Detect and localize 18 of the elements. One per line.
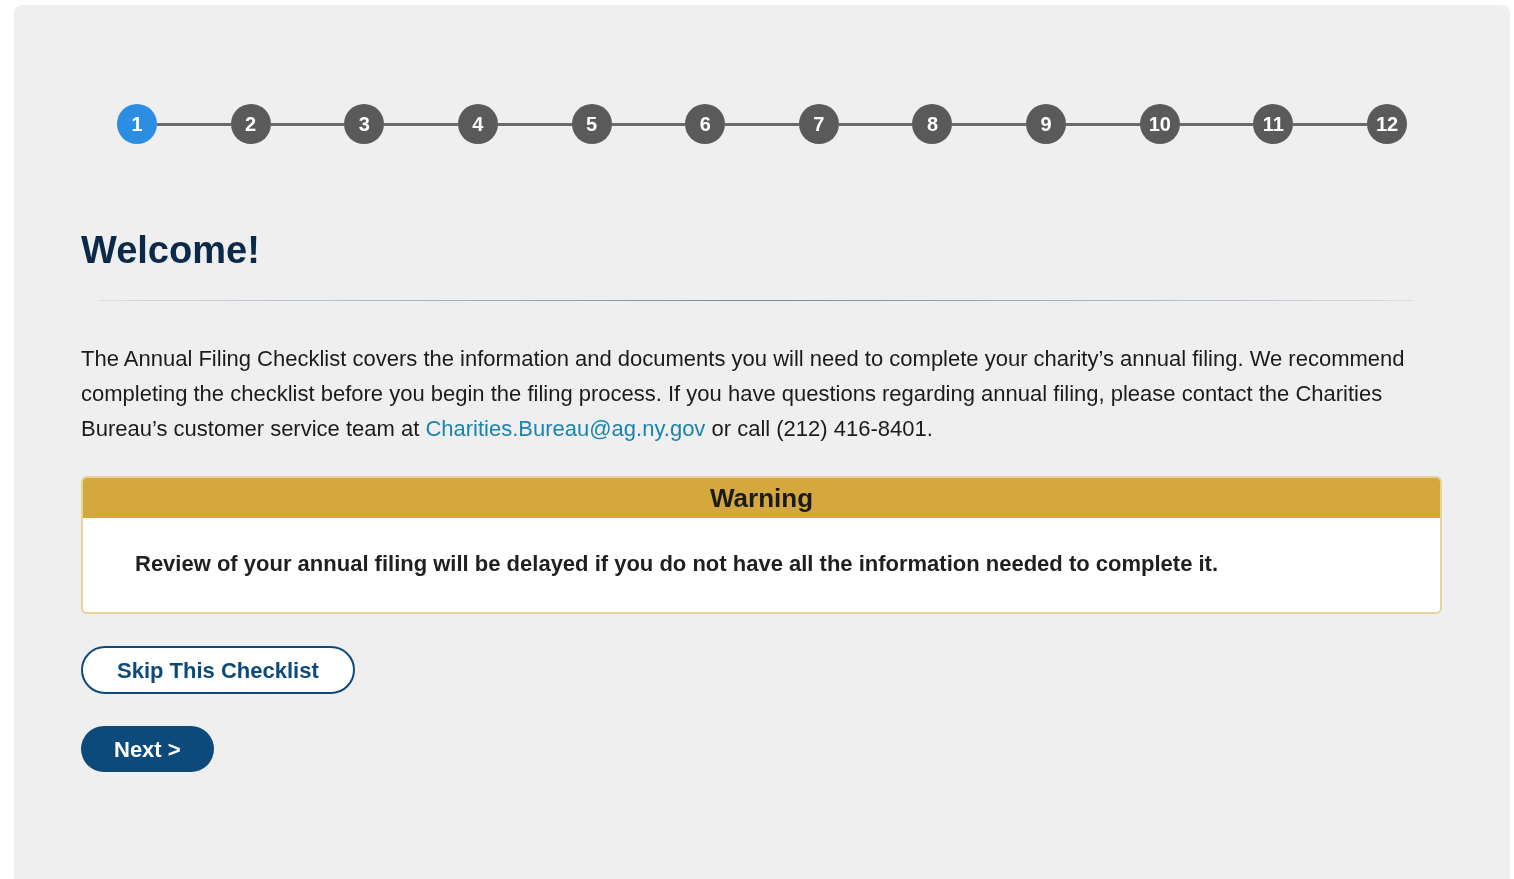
intro-paragraph: The Annual Filing Checklist covers the information and documents you will need to complete your charity’s annual filing. We recommend completing the checklist before you begin the filing process. If you have questions regarding annual filing, please contact the Charities Bureau’s customer service team at Charities.Bureau@ag.ny.gov or call (212) 416-8401. — [81, 345, 1406, 443]
email-link[interactable]: Charities.Bureau@ag.ny.gov — [425, 416, 706, 441]
step-indicator[interactable]: 11 — [1253, 104, 1294, 144]
next-button[interactable]: Next > — [81, 726, 214, 772]
step-indicator[interactable]: 8 — [912, 104, 953, 144]
warning-text: Review of your annual filing will be delayed if you do not have all the information needed to complete it. — [134, 550, 1220, 578]
step-indicator[interactable]: 10 — [1139, 104, 1180, 144]
page-heading: Welcome! — [81, 228, 261, 273]
step-indicator[interactable]: 3 — [344, 104, 385, 144]
step-indicator[interactable]: 6 — [685, 104, 726, 144]
step-indicator[interactable]: 7 — [798, 104, 839, 144]
step-indicator[interactable]: 12 — [1367, 104, 1408, 144]
step-indicator[interactable]: 4 — [457, 104, 498, 144]
step-indicator[interactable]: 5 — [571, 104, 612, 144]
warning-title: Warning — [83, 478, 1440, 518]
skip-button[interactable]: Skip This Checklist — [81, 646, 355, 694]
step-indicator[interactable]: 9 — [1026, 104, 1067, 144]
step-indicator[interactable]: 2 — [230, 104, 271, 144]
